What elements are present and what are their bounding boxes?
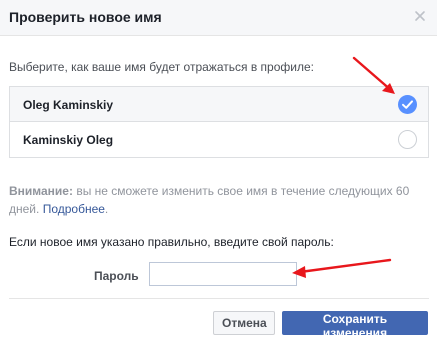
dialog-title: Проверить новое имя [9,9,162,25]
warning-end: . [104,202,109,216]
save-changes-button[interactable]: Сохранить изменения [282,311,428,340]
name-option-second[interactable]: Kaminskiy Oleg [9,122,429,158]
name-choice-prompt: Выберите, как ваше имя будет отражаться … [9,60,314,74]
dialog-header: Проверить новое имя [0,0,437,36]
name-option-label: Kaminskiy Oleg [23,133,114,147]
password-input[interactable] [149,262,297,286]
password-hint: Если новое имя указано правильно, введит… [9,235,334,249]
annotation-arrow-icon [292,258,392,278]
footer-divider [9,298,429,299]
close-icon[interactable] [413,9,427,23]
name-option-first[interactable]: Oleg Kaminskiy [9,86,429,122]
cancel-button[interactable]: Отмена [213,311,275,335]
radio-checked-icon[interactable] [398,95,417,114]
password-label: Пароль [94,269,139,283]
name-option-label: Oleg Kaminskiy [23,98,114,112]
change-name-dialog: Проверить новое имя Выберите, как ваше и… [0,0,437,345]
radio-unchecked-icon[interactable] [398,130,417,149]
name-change-warning: Внимание: вы не сможете изменить свое им… [9,182,414,218]
warning-bold-label: Внимание: [9,184,73,198]
learn-more-link[interactable]: Подробнее [43,202,105,216]
